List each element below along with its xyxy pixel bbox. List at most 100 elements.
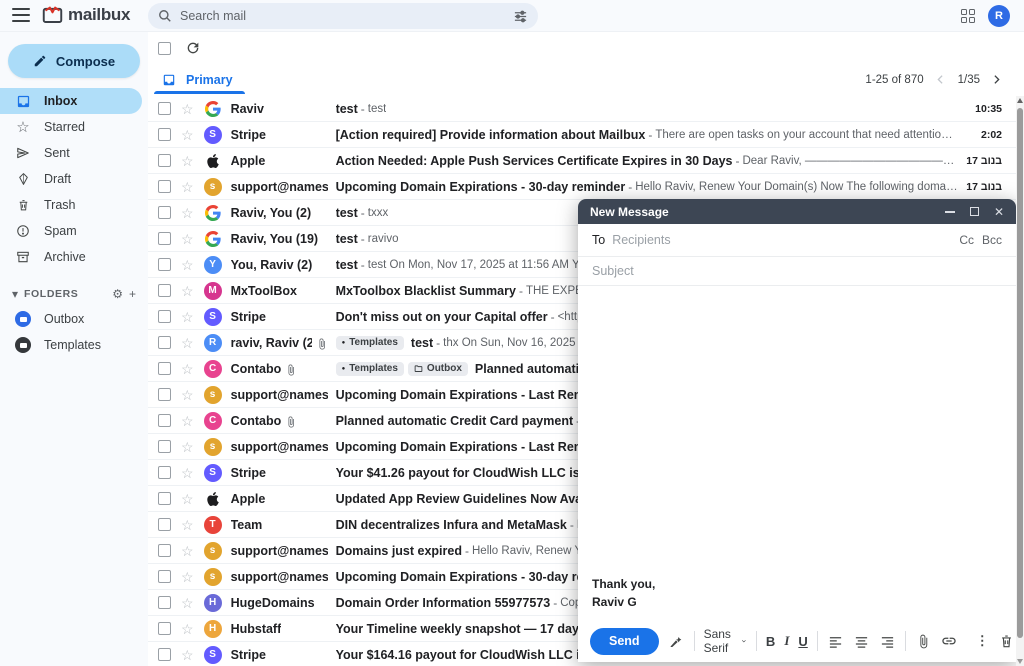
align-left-icon[interactable] [827, 633, 844, 650]
sender-avatar: R [204, 334, 222, 352]
attach-file-icon[interactable] [915, 633, 932, 650]
search-bar[interactable] [148, 3, 538, 29]
folder-settings-gear-icon[interactable]: ⚙ [112, 287, 123, 301]
star-icon[interactable]: ☆ [181, 206, 194, 220]
star-icon[interactable]: ☆ [181, 128, 194, 142]
align-center-icon[interactable] [853, 633, 870, 650]
select-all-checkbox[interactable] [158, 42, 171, 55]
underline-button[interactable]: U [798, 634, 807, 649]
apps-grid-icon[interactable] [961, 9, 976, 24]
email-row[interactable]: ☆ Raviv test - test 10:35 [148, 96, 1016, 122]
star-icon[interactable]: ☆ [181, 388, 194, 402]
scrollbar-thumb[interactable] [1017, 108, 1023, 638]
font-selector[interactable]: Sans Serif [704, 627, 747, 655]
row-checkbox[interactable] [158, 544, 171, 557]
sidebar-item-draft[interactable]: Draft [0, 166, 142, 192]
star-icon[interactable]: ☆ [181, 648, 194, 662]
star-icon[interactable]: ☆ [181, 440, 194, 454]
bold-button[interactable]: B [766, 634, 775, 649]
list-scrollbar[interactable] [1016, 96, 1024, 666]
insert-link-icon[interactable] [941, 633, 958, 650]
row-checkbox[interactable] [158, 570, 171, 583]
star-icon[interactable]: ☆ [181, 336, 194, 350]
compose-button[interactable]: Compose [8, 44, 140, 78]
row-checkbox[interactable] [158, 596, 171, 609]
row-checkbox[interactable] [158, 232, 171, 245]
star-icon[interactable]: ☆ [181, 232, 194, 246]
sidebar-item-inbox[interactable]: Inbox [0, 88, 142, 114]
scrollbar-down-arrow-icon[interactable] [1017, 659, 1023, 664]
row-checkbox[interactable] [158, 388, 171, 401]
row-checkbox[interactable] [158, 180, 171, 193]
row-checkbox[interactable] [158, 102, 171, 115]
email-row[interactable]: ☆ Apple Action Needed: Apple Push Servic… [148, 148, 1016, 174]
row-checkbox[interactable] [158, 206, 171, 219]
recipients-input[interactable] [612, 233, 959, 247]
star-icon[interactable]: ☆ [181, 154, 194, 168]
row-checkbox[interactable] [158, 336, 171, 349]
row-checkbox[interactable] [158, 440, 171, 453]
discard-draft-trash-icon[interactable] [998, 633, 1015, 650]
align-right-icon[interactable] [879, 633, 896, 650]
star-icon[interactable]: ☆ [181, 544, 194, 558]
row-checkbox[interactable] [158, 648, 171, 661]
previous-page-icon[interactable] [934, 73, 948, 87]
chevron-down-icon[interactable]: ▾ [12, 287, 18, 301]
compose-header[interactable]: New Message ✕ [578, 199, 1016, 224]
add-folder-icon[interactable]: + [129, 287, 136, 301]
row-checkbox[interactable] [158, 310, 171, 323]
row-checkbox[interactable] [158, 492, 171, 505]
row-checkbox[interactable] [158, 622, 171, 635]
refresh-icon[interactable] [185, 40, 201, 56]
sidebar-item-spam[interactable]: Spam [0, 218, 142, 244]
sidebar-item-trash[interactable]: Trash [0, 192, 142, 218]
star-icon[interactable]: ☆ [181, 622, 194, 636]
close-icon[interactable]: ✕ [994, 206, 1004, 218]
compose-body[interactable]: Thank you, Raviv G [578, 286, 1016, 620]
email-row[interactable]: ☆ S Stripe [Action required] Provide inf… [148, 122, 1016, 148]
star-icon[interactable]: ☆ [181, 310, 194, 324]
signature-pen-icon[interactable] [668, 633, 685, 650]
scrollbar-up-arrow-icon[interactable] [1017, 98, 1023, 103]
star-icon[interactable]: ☆ [181, 570, 194, 584]
star-icon[interactable]: ☆ [181, 258, 194, 272]
row-checkbox[interactable] [158, 154, 171, 167]
row-checkbox[interactable] [158, 128, 171, 141]
star-icon[interactable]: ☆ [181, 518, 194, 532]
bcc-button[interactable]: Bcc [982, 233, 1002, 247]
italic-button[interactable]: I [784, 633, 789, 649]
sidebar-item-starred[interactable]: ☆ Starred [0, 114, 142, 140]
sidebar-item-archive[interactable]: Archive [0, 244, 142, 270]
star-icon[interactable]: ☆ [181, 414, 194, 428]
sidebar-folder-outbox[interactable]: Outbox [0, 306, 142, 332]
row-checkbox[interactable] [158, 362, 171, 375]
send-button[interactable]: Send [590, 628, 659, 655]
hamburger-menu-icon[interactable] [12, 8, 30, 22]
sidebar-item-sent[interactable]: Sent [0, 140, 142, 166]
row-checkbox[interactable] [158, 258, 171, 271]
account-avatar[interactable]: R [988, 5, 1010, 27]
row-checkbox[interactable] [158, 518, 171, 531]
star-icon[interactable]: ☆ [181, 284, 194, 298]
search-input[interactable] [180, 9, 513, 23]
email-time: 2:02 [958, 129, 1016, 141]
row-checkbox[interactable] [158, 466, 171, 479]
row-checkbox[interactable] [158, 284, 171, 297]
sidebar-folder-templates[interactable]: Templates [0, 332, 142, 358]
tab-primary[interactable]: Primary [148, 73, 251, 94]
subject-input[interactable] [592, 264, 1002, 278]
next-page-icon[interactable] [990, 73, 1004, 87]
star-icon[interactable]: ☆ [181, 102, 194, 116]
star-icon[interactable]: ☆ [181, 180, 194, 194]
cc-button[interactable]: Cc [959, 233, 974, 247]
star-icon[interactable]: ☆ [181, 596, 194, 610]
star-icon[interactable]: ☆ [181, 362, 194, 376]
star-icon[interactable]: ☆ [181, 466, 194, 480]
maximize-icon[interactable] [970, 207, 979, 216]
email-row[interactable]: ☆ s support@namesilo.co... Upcoming Doma… [148, 174, 1016, 200]
row-checkbox[interactable] [158, 414, 171, 427]
search-filter-icon[interactable] [513, 9, 528, 24]
star-icon[interactable]: ☆ [181, 492, 194, 506]
minimize-icon[interactable] [945, 211, 955, 213]
more-options-icon[interactable]: ⋮ [976, 633, 989, 649]
